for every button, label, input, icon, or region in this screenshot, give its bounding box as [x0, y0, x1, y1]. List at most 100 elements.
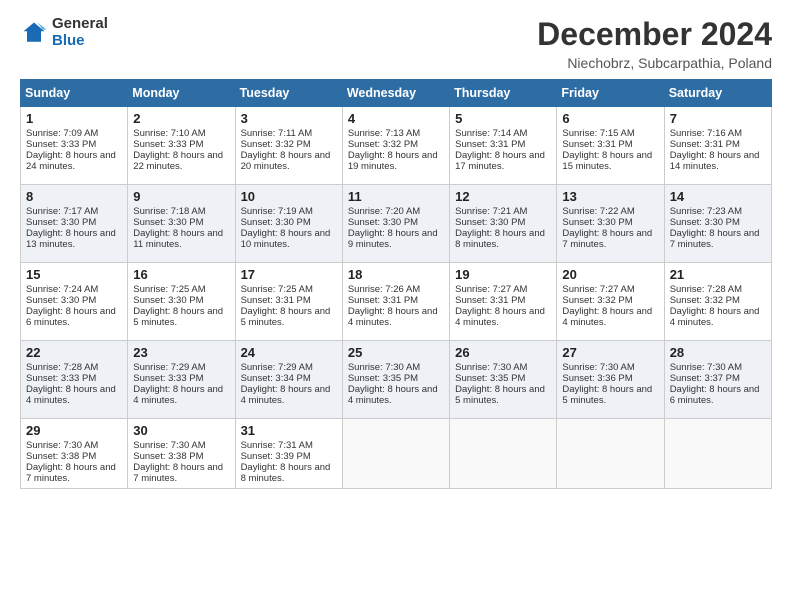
day-number: 23 [133, 345, 229, 360]
sunrise-text: Sunrise: 7:13 AM [348, 128, 420, 139]
table-row: 1Sunrise: 7:09 AMSunset: 3:33 PMDaylight… [21, 107, 128, 185]
sunset-text: Sunset: 3:31 PM [455, 139, 525, 150]
sunset-text: Sunset: 3:34 PM [241, 373, 311, 384]
sunrise-text: Sunrise: 7:22 AM [562, 206, 634, 217]
table-row: 29Sunrise: 7:30 AMSunset: 3:38 PMDayligh… [21, 419, 128, 489]
table-row: 17Sunrise: 7:25 AMSunset: 3:31 PMDayligh… [235, 263, 342, 341]
logo-text: General Blue [52, 16, 108, 49]
daylight-text: Daylight: 8 hours and 4 minutes. [241, 384, 331, 406]
sunset-text: Sunset: 3:38 PM [26, 451, 96, 462]
table-row: 20Sunrise: 7:27 AMSunset: 3:32 PMDayligh… [557, 263, 664, 341]
sunrise-text: Sunrise: 7:20 AM [348, 206, 420, 217]
page: General Blue December 2024 Niechobrz, Su… [0, 0, 792, 612]
sunset-text: Sunset: 3:31 PM [455, 295, 525, 306]
sunset-text: Sunset: 3:31 PM [670, 139, 740, 150]
daylight-text: Daylight: 8 hours and 4 minutes. [133, 384, 223, 406]
sunrise-text: Sunrise: 7:15 AM [562, 128, 634, 139]
table-row: 6Sunrise: 7:15 AMSunset: 3:31 PMDaylight… [557, 107, 664, 185]
daylight-text: Daylight: 8 hours and 15 minutes. [562, 150, 652, 172]
header-row: Sunday Monday Tuesday Wednesday Thursday… [21, 80, 772, 107]
sunset-text: Sunset: 3:32 PM [562, 295, 632, 306]
sunset-text: Sunset: 3:31 PM [348, 295, 418, 306]
sunrise-text: Sunrise: 7:10 AM [133, 128, 205, 139]
table-row: 24 Sunrise: 7:29 AMSunset: 3:34 PMDayligh… [235, 341, 342, 419]
sunrise-text: Sunrise: 7:14 AM [455, 128, 527, 139]
day-number: 24 [241, 345, 337, 360]
sunset-text: Sunset: 3:38 PM [133, 451, 203, 462]
table-row: 15Sunrise: 7:24 AMSunset: 3:30 PMDayligh… [21, 263, 128, 341]
day-number: 31 [241, 423, 337, 438]
daylight-text: Daylight: 8 hours and 8 minutes. [455, 228, 545, 250]
sunrise-text: Sunrise: 7:18 AM [133, 206, 205, 217]
day-number: 11 [348, 189, 444, 204]
header-wednesday: Wednesday [342, 80, 449, 107]
day-number: 10 [241, 189, 337, 204]
sunset-text: Sunset: 3:35 PM [348, 373, 418, 384]
table-row: 26Sunrise: 7:30 AMSunset: 3:35 PMDayligh… [450, 341, 557, 419]
calendar-table: Sunday Monday Tuesday Wednesday Thursday… [20, 79, 772, 489]
sunset-text: Sunset: 3:30 PM [455, 217, 525, 228]
header-sunday: Sunday [21, 80, 128, 107]
daylight-text: Daylight: 8 hours and 7 minutes. [670, 228, 760, 250]
table-row: 10Sunrise: 7:19 AMSunset: 3:30 PMDayligh… [235, 185, 342, 263]
sunset-text: Sunset: 3:33 PM [26, 373, 96, 384]
day-number: 4 [348, 111, 444, 126]
daylight-text: Daylight: 8 hours and 4 minutes. [670, 306, 760, 328]
day-number: 27 [562, 345, 658, 360]
sunrise-text: Sunrise: 7:29 AM [133, 362, 205, 373]
daylight-text: Daylight: 8 hours and 5 minutes. [133, 306, 223, 328]
daylight-text: Daylight: 8 hours and 14 minutes. [670, 150, 760, 172]
table-row: 25Sunrise: 7:30 AMSunset: 3:35 PMDayligh… [342, 341, 449, 419]
day-number: 22 [26, 345, 122, 360]
daylight-text: Daylight: 8 hours and 5 minutes. [455, 384, 545, 406]
daylight-text: Daylight: 8 hours and 13 minutes. [26, 228, 116, 250]
day-number: 2 [133, 111, 229, 126]
header-friday: Friday [557, 80, 664, 107]
daylight-text: Daylight: 8 hours and 6 minutes. [670, 384, 760, 406]
table-row: 5Sunrise: 7:14 AMSunset: 3:31 PMDaylight… [450, 107, 557, 185]
sunset-text: Sunset: 3:30 PM [133, 217, 203, 228]
table-row: 11Sunrise: 7:20 AMSunset: 3:30 PMDayligh… [342, 185, 449, 263]
sunrise-text: Sunrise: 7:23 AM [670, 206, 742, 217]
daylight-text: Daylight: 8 hours and 5 minutes. [241, 306, 331, 328]
sunrise-text: Sunrise: 7:09 AM [26, 128, 98, 139]
sunrise-text: Sunrise: 7:27 AM [562, 284, 634, 295]
table-row [450, 419, 557, 489]
main-title: December 2024 [537, 16, 772, 53]
day-number: 8 [26, 189, 122, 204]
header-tuesday: Tuesday [235, 80, 342, 107]
sunrise-text: Sunrise: 7:30 AM [348, 362, 420, 373]
table-row [664, 419, 771, 489]
table-row: 27Sunrise: 7:30 AMSunset: 3:36 PMDayligh… [557, 341, 664, 419]
subtitle: Niechobrz, Subcarpathia, Poland [537, 55, 772, 71]
sunset-text: Sunset: 3:35 PM [455, 373, 525, 384]
sunrise-text: Sunrise: 7:29 AM [241, 362, 313, 373]
day-number: 17 [241, 267, 337, 282]
sunset-text: Sunset: 3:32 PM [670, 295, 740, 306]
sunset-text: Sunset: 3:32 PM [348, 139, 418, 150]
table-row: 2Sunrise: 7:10 AMSunset: 3:33 PMDaylight… [128, 107, 235, 185]
daylight-text: Daylight: 8 hours and 11 minutes. [133, 228, 223, 250]
sunset-text: Sunset: 3:30 PM [670, 217, 740, 228]
sunrise-text: Sunrise: 7:31 AM [241, 440, 313, 451]
table-row: 7Sunrise: 7:16 AMSunset: 3:31 PMDaylight… [664, 107, 771, 185]
header-thursday: Thursday [450, 80, 557, 107]
table-row: 3Sunrise: 7:11 AMSunset: 3:32 PMDaylight… [235, 107, 342, 185]
table-row: 4Sunrise: 7:13 AMSunset: 3:32 PMDaylight… [342, 107, 449, 185]
table-row: 16Sunrise: 7:25 AMSunset: 3:30 PMDayligh… [128, 263, 235, 341]
table-row: 30Sunrise: 7:30 AMSunset: 3:38 PMDayligh… [128, 419, 235, 489]
sunset-text: Sunset: 3:30 PM [26, 295, 96, 306]
daylight-text: Daylight: 8 hours and 17 minutes. [455, 150, 545, 172]
day-number: 7 [670, 111, 766, 126]
day-number: 25 [348, 345, 444, 360]
sunrise-text: Sunrise: 7:25 AM [241, 284, 313, 295]
day-number: 6 [562, 111, 658, 126]
day-number: 1 [26, 111, 122, 126]
table-row: 28Sunrise: 7:30 AMSunset: 3:37 PMDayligh… [664, 341, 771, 419]
table-row: 9Sunrise: 7:18 AMSunset: 3:30 PMDaylight… [128, 185, 235, 263]
table-row: 19Sunrise: 7:27 AMSunset: 3:31 PMDayligh… [450, 263, 557, 341]
table-row: 21Sunrise: 7:28 AMSunset: 3:32 PMDayligh… [664, 263, 771, 341]
header-saturday: Saturday [664, 80, 771, 107]
table-row [557, 419, 664, 489]
sunset-text: Sunset: 3:30 PM [562, 217, 632, 228]
